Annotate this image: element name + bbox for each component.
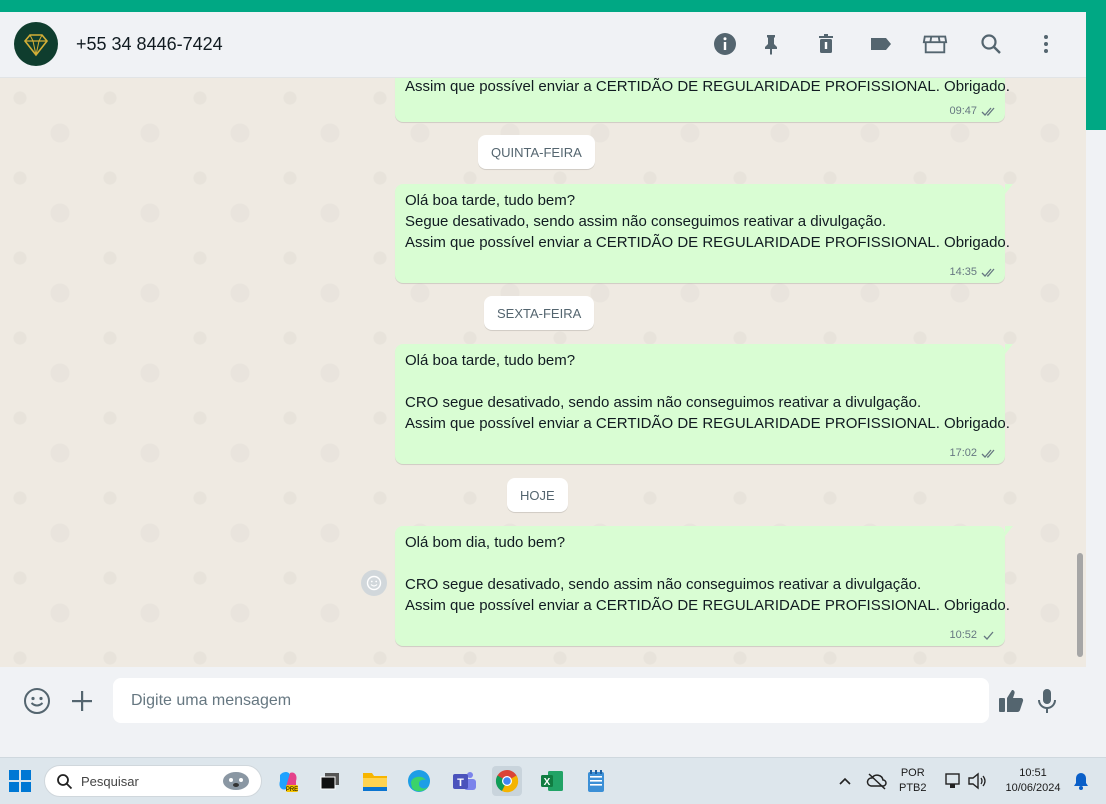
message-bubble[interactable]: Olá boa tarde, tudo bem? CRO segue desat… bbox=[395, 344, 1013, 464]
reaction-emoji-button[interactable] bbox=[361, 570, 387, 596]
message-time: 09:47 bbox=[949, 105, 977, 117]
chat-header: +55 34 8446-7424 bbox=[0, 12, 1086, 78]
message-bubble[interactable]: Assim que possível enviar a CERTIDÃO DE … bbox=[395, 78, 1010, 122]
pin-icon[interactable] bbox=[758, 31, 784, 57]
contact-avatar[interactable] bbox=[14, 22, 58, 66]
message-text: CRO segue desativado, sendo assim não co… bbox=[405, 576, 922, 593]
delete-icon[interactable] bbox=[813, 31, 839, 57]
message-text: Olá boa tarde, tudo bem? bbox=[405, 192, 576, 209]
edge-icon[interactable] bbox=[404, 766, 434, 796]
volume-icon[interactable] bbox=[962, 766, 992, 796]
catalog-icon[interactable] bbox=[922, 31, 948, 57]
message-meta: 09:47 bbox=[949, 105, 997, 117]
message-time: 17:02 bbox=[949, 447, 977, 459]
message-input[interactable] bbox=[113, 678, 989, 723]
contact-name[interactable]: +55 34 8446-7424 bbox=[76, 34, 223, 55]
search-highlight-icon bbox=[223, 772, 249, 790]
day-separator: QUINTA-FEIRA bbox=[478, 135, 595, 169]
svg-text:PRE: PRE bbox=[286, 787, 298, 793]
window-right-strip bbox=[1086, 12, 1106, 130]
keyboard-language[interactable]: POR PTB2 bbox=[899, 766, 927, 796]
excel-icon[interactable]: X bbox=[537, 766, 567, 796]
message-time: 14:35 bbox=[949, 266, 977, 278]
message-bubble[interactable]: Olá boa tarde, tudo bem? Segue desativad… bbox=[395, 184, 1013, 283]
desktop-gap bbox=[0, 735, 1106, 757]
bubble-tail bbox=[1005, 184, 1013, 194]
message-text bbox=[405, 553, 995, 574]
windows-start-icon[interactable] bbox=[5, 766, 35, 796]
task-view-icon[interactable] bbox=[315, 766, 345, 796]
search-icon bbox=[57, 774, 73, 790]
smiley-icon bbox=[366, 575, 382, 591]
message-meta: 14:35 bbox=[949, 266, 997, 278]
clock-time: 10:51 bbox=[1019, 767, 1047, 779]
clock[interactable]: 10:51 10/06/2024 bbox=[996, 766, 1070, 796]
info-icon[interactable] bbox=[712, 31, 738, 57]
window-top-strip bbox=[0, 0, 1106, 12]
message-composer bbox=[0, 667, 1086, 735]
svg-text:T: T bbox=[457, 777, 464, 789]
bubble-tail bbox=[1005, 344, 1013, 354]
attach-plus-icon[interactable] bbox=[67, 686, 97, 716]
chat-panel[interactable]: Assim que possível enviar a CERTIDÃO DE … bbox=[0, 78, 1086, 667]
windows-taskbar: Pesquisar PRE T X POR PTB2 10:51 10/06/2… bbox=[0, 757, 1106, 804]
svg-text:X: X bbox=[544, 777, 551, 788]
notepad-icon[interactable] bbox=[581, 766, 611, 796]
day-separator: HOJE bbox=[507, 478, 568, 512]
message-text: Assim que possível enviar a CERTIDÃO DE … bbox=[405, 597, 1010, 614]
bubble-tail bbox=[1005, 526, 1013, 536]
chat-scrollbar[interactable] bbox=[1076, 78, 1084, 667]
message-text: Olá boa tarde, tudo bem? bbox=[405, 352, 576, 369]
message-text: Assim que possível enviar a CERTIDÃO DE … bbox=[405, 415, 1010, 432]
emoji-icon[interactable] bbox=[22, 686, 52, 716]
double-check-icon bbox=[981, 449, 995, 458]
single-check-icon bbox=[983, 631, 994, 640]
search-label: Pesquisar bbox=[81, 774, 139, 789]
message-text: Assim que possível enviar a CERTIDÃO DE … bbox=[405, 234, 1010, 251]
file-explorer-icon[interactable] bbox=[360, 766, 390, 796]
window-right-gap bbox=[1086, 130, 1106, 735]
message-text: Assim que possível enviar a CERTIDÃO DE … bbox=[405, 78, 1010, 95]
clock-date: 10/06/2024 bbox=[1005, 782, 1061, 794]
microphone-icon[interactable] bbox=[1032, 686, 1062, 716]
message-bubble[interactable]: Olá bom dia, tudo bem? CRO segue desativ… bbox=[395, 526, 1013, 646]
onedrive-offline-icon[interactable] bbox=[862, 766, 892, 796]
keyboard-layout: PTB2 bbox=[899, 782, 927, 794]
teams-icon[interactable]: T bbox=[449, 766, 479, 796]
message-meta: 17:02 bbox=[949, 447, 997, 459]
label-icon[interactable] bbox=[868, 31, 894, 57]
message-meta: 10:52 bbox=[949, 629, 997, 641]
menu-icon[interactable] bbox=[1033, 31, 1059, 57]
copilot-icon[interactable]: PRE bbox=[273, 766, 303, 796]
double-check-icon bbox=[981, 107, 995, 116]
scrollbar-thumb[interactable] bbox=[1077, 553, 1083, 657]
taskbar-search[interactable]: Pesquisar bbox=[44, 765, 262, 797]
message-text: Segue desativado, sendo assim não conseg… bbox=[405, 213, 887, 230]
message-text bbox=[405, 371, 995, 392]
chrome-icon[interactable] bbox=[492, 766, 522, 796]
notifications-bell-icon[interactable] bbox=[1066, 766, 1096, 796]
message-time: 10:52 bbox=[949, 629, 977, 641]
message-text: CRO segue desativado, sendo assim não co… bbox=[405, 394, 922, 411]
search-icon[interactable] bbox=[978, 31, 1004, 57]
double-check-icon bbox=[981, 268, 995, 277]
thumbs-up-icon[interactable] bbox=[996, 686, 1026, 716]
message-text: Olá bom dia, tudo bem? bbox=[405, 534, 566, 551]
language-code: POR bbox=[900, 767, 925, 779]
day-separator: SEXTA-FEIRA bbox=[484, 296, 595, 330]
chevron-up-icon[interactable] bbox=[830, 766, 860, 796]
